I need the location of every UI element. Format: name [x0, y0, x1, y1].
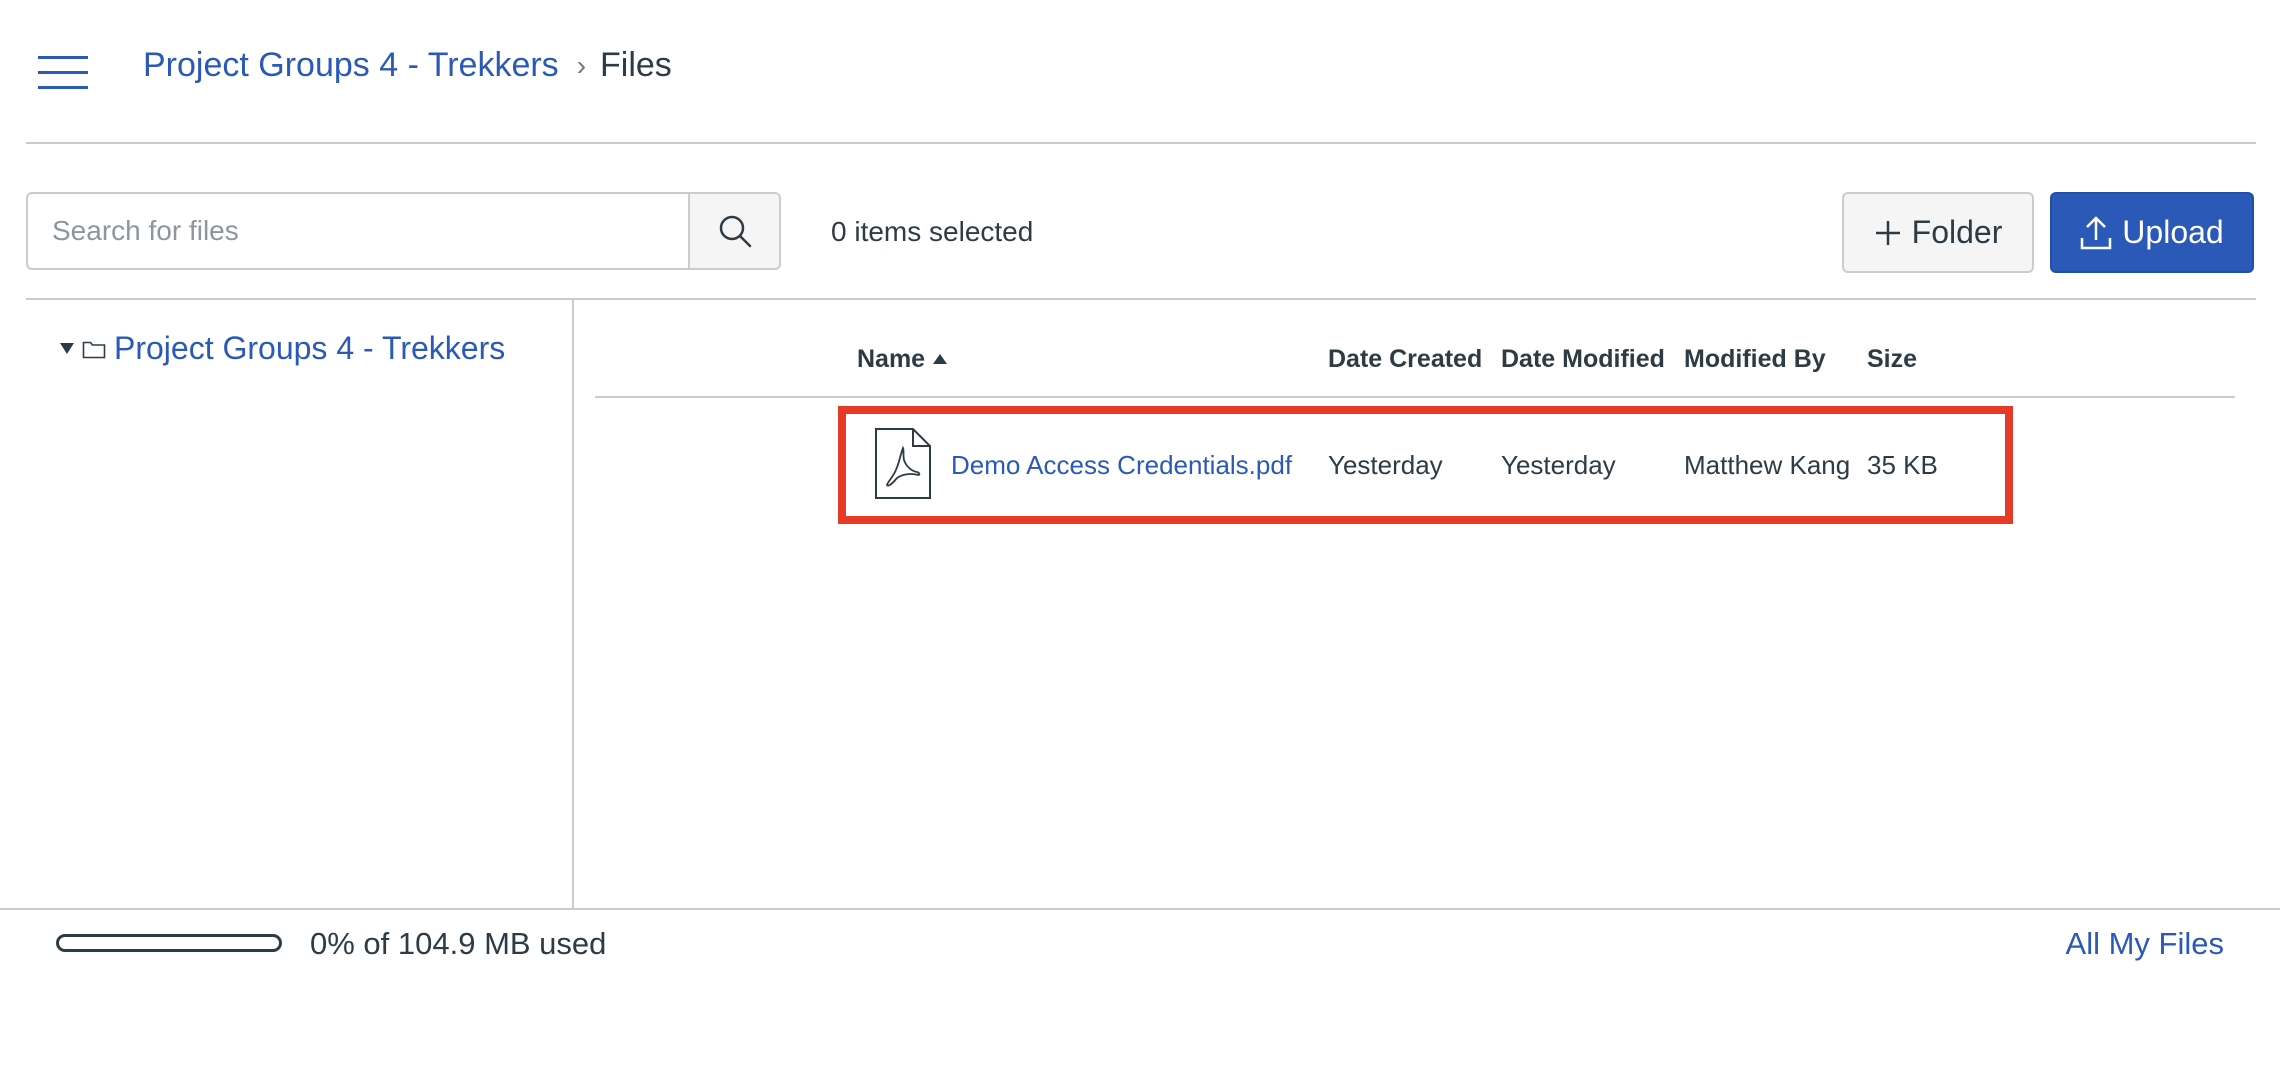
search-input[interactable]: [26, 192, 690, 270]
tree-item-root[interactable]: Project Groups 4 - Trekkers: [60, 330, 505, 367]
column-header-name-label: Name: [857, 345, 926, 373]
plus-icon: [1875, 220, 1900, 245]
column-header-modified-by[interactable]: Modified By: [1684, 345, 1826, 374]
column-header-date-modified[interactable]: Date Modified: [1501, 345, 1665, 374]
all-my-files-link[interactable]: All My Files: [2066, 926, 2224, 962]
tree-item-label[interactable]: Project Groups 4 - Trekkers: [114, 330, 505, 367]
add-folder-button[interactable]: Folder: [1842, 192, 2034, 273]
table-header-divider: [595, 396, 2235, 398]
breadcrumb-separator: ›: [576, 49, 587, 81]
breadcrumb-group-link[interactable]: Project Groups 4 - Trekkers: [143, 46, 559, 85]
cell-modified-by: Matthew Kang: [1684, 450, 1851, 480]
breadcrumb-current: Files: [600, 46, 672, 84]
upload-icon: [2081, 215, 2112, 249]
cell-date-modified: Yesterday: [1501, 450, 1616, 480]
cell-size: 35 KB: [1867, 450, 1938, 480]
pdf-file-icon: [875, 428, 931, 499]
menu-line: [38, 56, 88, 59]
quota-text: 0% of 104.9 MB used: [310, 926, 607, 961]
caret-down-icon[interactable]: [60, 343, 74, 354]
menu-line: [38, 86, 88, 89]
file-name-link[interactable]: Demo Access Credentials.pdf: [951, 450, 1292, 481]
menu-line: [38, 71, 88, 74]
column-header-date-created[interactable]: Date Created: [1328, 345, 1482, 374]
column-header-size[interactable]: Size: [1867, 345, 1917, 374]
footer-divider: [0, 908, 2280, 910]
toolbar-divider: [26, 298, 2256, 300]
selected-count: 0 items selected: [831, 216, 1034, 247]
hamburger-menu-icon[interactable]: [38, 56, 88, 90]
upload-button[interactable]: Upload: [2050, 192, 2254, 273]
breadcrumb: Project Groups 4 - Trekkers › Files: [143, 46, 672, 85]
column-header-name[interactable]: Name: [857, 345, 948, 374]
folder-icon: [82, 341, 106, 358]
sort-ascending-icon: [933, 354, 948, 364]
add-folder-label: Folder: [1911, 214, 2003, 250]
magnifier-icon: [719, 215, 751, 248]
tree-divider: [572, 300, 574, 908]
quota-progress-bar: [56, 934, 282, 952]
header-divider: [26, 142, 2256, 144]
search-button[interactable]: [688, 192, 781, 270]
cell-date-created: Yesterday: [1328, 450, 1443, 480]
upload-label: Upload: [2122, 214, 2224, 250]
